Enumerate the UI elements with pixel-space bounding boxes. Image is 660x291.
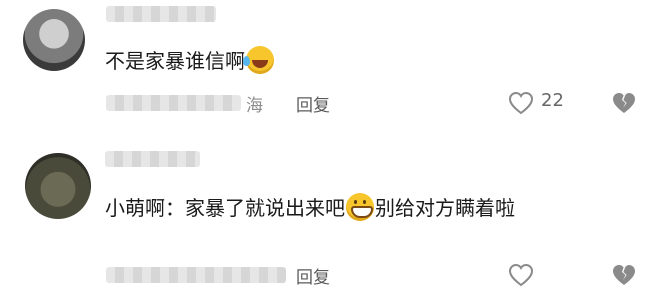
like-count: 22 <box>541 90 564 111</box>
comment-text: 不是家暴谁信啊 <box>105 46 275 75</box>
reply-button[interactable]: 回复 <box>296 263 330 288</box>
grinning-emoji-icon <box>346 193 374 221</box>
timestamp-redacted <box>106 95 241 111</box>
avatar[interactable] <box>23 9 85 71</box>
comment-text: 小萌啊：家暴了就说出来吧 别给对方瞒着啦 <box>105 193 515 222</box>
reply-button[interactable]: 回复 <box>296 91 330 116</box>
location-label: 海 <box>246 96 263 116</box>
comment-meta: 回复 <box>0 261 660 291</box>
username-redacted[interactable] <box>106 6 216 22</box>
username-redacted[interactable] <box>105 151 200 167</box>
like-button[interactable]: 22 <box>508 89 598 117</box>
laughing-tears-emoji-icon <box>243 46 274 74</box>
comment-text-tail: 别给对方瞒着啦 <box>375 196 515 220</box>
comment-item: 不是家暴谁信啊 海 回复 22 <box>0 0 660 135</box>
heart-icon <box>508 91 534 115</box>
broken-heart-icon[interactable] <box>611 263 637 287</box>
broken-heart-icon[interactable] <box>611 91 637 115</box>
comment-text-main: 不是家暴谁信啊 <box>105 49 245 73</box>
comment-text-main: 小萌啊：家暴了就说出来吧 <box>105 196 345 220</box>
comment-item: 小萌啊：家暴了就说出来吧 别给对方瞒着啦 回复 <box>0 135 660 288</box>
like-button[interactable] <box>508 261 598 289</box>
avatar[interactable] <box>25 153 91 219</box>
timestamp-redacted <box>106 267 286 283</box>
comment-meta: 海 回复 22 <box>0 89 660 119</box>
heart-icon <box>508 263 534 287</box>
